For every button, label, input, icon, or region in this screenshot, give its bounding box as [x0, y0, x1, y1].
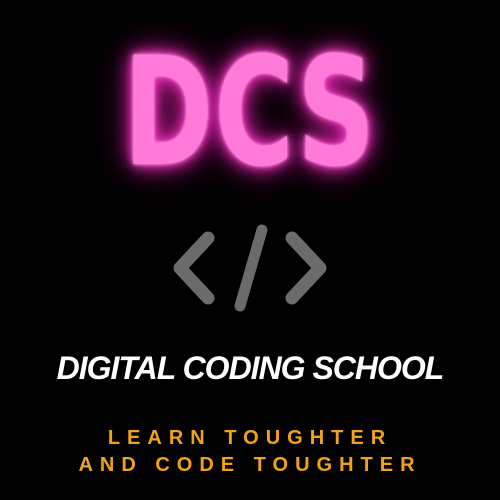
tagline-line-1: LEARN TOUGHTER [107, 427, 393, 449]
right-angle-bracket [285, 231, 327, 305]
slash [234, 224, 268, 312]
left-angle-bracket [173, 231, 215, 305]
dcs-logo: DCS [123, 26, 377, 200]
school-name: DIGITAL CODING SCHOOL [56, 350, 445, 386]
tagline-line-2: AND CODE TOUGHTER [78, 454, 422, 476]
code-brackets-icon [173, 224, 327, 312]
graphic-canvas: DCS DIGITAL CODING SCHOOL LEARN TOUGHTER… [0, 0, 500, 500]
